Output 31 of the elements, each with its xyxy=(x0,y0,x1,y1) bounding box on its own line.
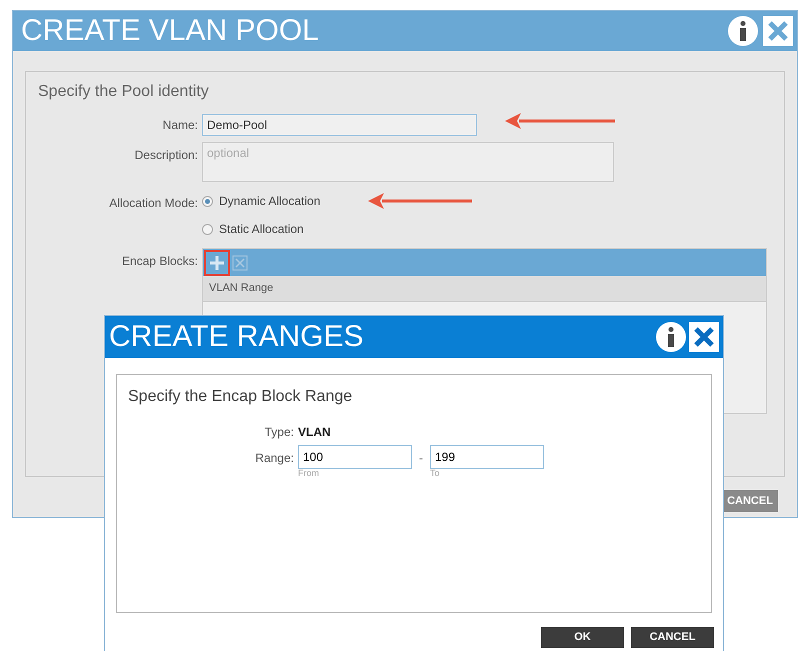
info-icon[interactable] xyxy=(727,15,759,47)
from-field[interactable]: 100 xyxy=(298,445,412,469)
radio-button[interactable] xyxy=(202,196,213,206)
field-label: Encap Blocks: xyxy=(120,253,199,270)
field-caption: From xyxy=(298,469,320,478)
dialog-title: CREATE VLAN POOL xyxy=(21,16,319,46)
radio-button[interactable] xyxy=(202,224,213,234)
to-field[interactable]: 199 xyxy=(430,445,544,469)
radio-label: Static Allocation xyxy=(219,221,304,238)
type-value: VLAN xyxy=(298,424,331,441)
cancel-button[interactable]: CANCEL xyxy=(631,627,714,648)
range-separator: - xyxy=(418,450,424,467)
arrow-icon xyxy=(368,193,472,209)
name-field[interactable]: Demo-Pool xyxy=(202,114,477,136)
field-label: Allocation Mode: xyxy=(108,195,199,212)
add-icon[interactable] xyxy=(204,250,230,276)
column-header: VLAN Range xyxy=(209,281,274,296)
close-icon[interactable] xyxy=(689,322,719,352)
dialog-title: CREATE RANGES xyxy=(109,322,364,352)
info-icon[interactable] xyxy=(655,321,687,353)
arrow-icon xyxy=(505,113,615,129)
radio-label: Dynamic Allocation xyxy=(219,193,320,210)
field-label: Range: xyxy=(254,450,295,467)
field-label: Description: xyxy=(134,147,199,164)
description-field[interactable]: optional xyxy=(202,142,614,182)
section-title: Specify the Pool identity xyxy=(38,82,210,102)
field-label: Type: xyxy=(264,424,295,441)
section-title: Specify the Encap Block Range xyxy=(128,387,354,407)
field-caption: To xyxy=(430,469,441,478)
field-label: Name: xyxy=(162,117,199,134)
ok-button[interactable]: OK xyxy=(541,627,624,648)
